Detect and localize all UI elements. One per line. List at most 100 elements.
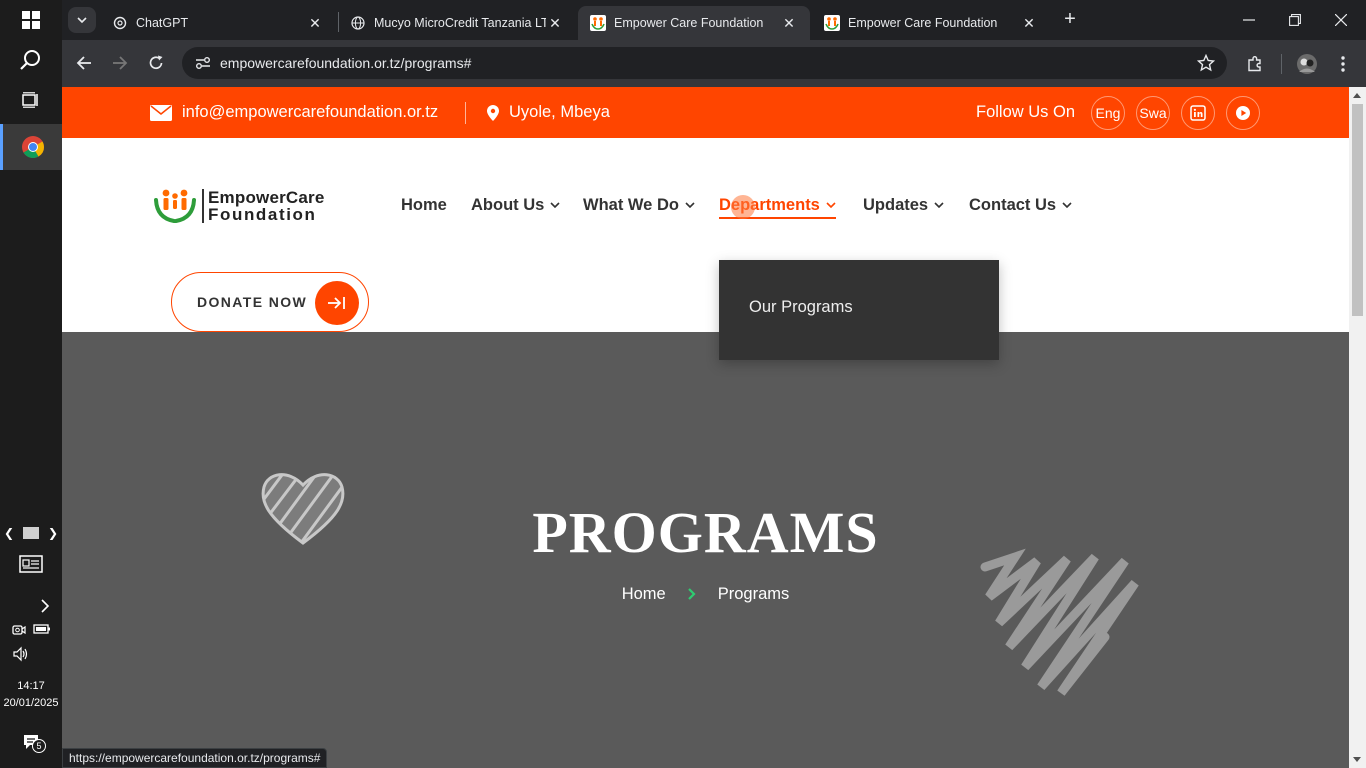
chevron-down-icon bbox=[934, 202, 944, 208]
site-logo[interactable]: EmpowerCare Foundation bbox=[154, 188, 325, 224]
logo-line2: Foundation bbox=[208, 205, 317, 224]
tab-mucyo[interactable]: Mucyo MicroCredit Tanzania LTD ✕ bbox=[338, 6, 576, 40]
battery-icon[interactable] bbox=[33, 622, 51, 636]
lang-swa-button[interactable]: Swa bbox=[1136, 96, 1170, 130]
follow-us-label: Follow Us On bbox=[976, 103, 1076, 121]
close-icon[interactable]: ✕ bbox=[306, 15, 324, 32]
taskbar-clock[interactable]: 14:17 20/01/2025 bbox=[0, 678, 62, 712]
page-scrollbar[interactable] bbox=[1349, 87, 1366, 768]
search-icon bbox=[20, 50, 40, 70]
puzzle-icon bbox=[1248, 56, 1261, 72]
chevron-right-icon[interactable]: ❯ bbox=[48, 526, 58, 540]
chrome-menu-button[interactable] bbox=[1330, 51, 1356, 77]
close-icon[interactable]: ✕ bbox=[546, 15, 564, 32]
logo-line1: EmpowerCare bbox=[208, 188, 325, 207]
bookmark-star-icon[interactable] bbox=[1196, 53, 1216, 77]
profile-button[interactable] bbox=[1294, 51, 1320, 77]
nav-about-us[interactable]: About Us bbox=[471, 193, 560, 217]
breadcrumb: Home Programs bbox=[62, 585, 1349, 604]
chevron-down-icon bbox=[550, 202, 560, 208]
empowercare-favicon-icon bbox=[824, 15, 840, 31]
location-link[interactable]: Uyole, Mbeya bbox=[487, 87, 610, 138]
lang-eng-button[interactable]: Eng bbox=[1091, 96, 1125, 130]
taskbar-chrome-button[interactable] bbox=[0, 124, 62, 170]
minimize-button[interactable] bbox=[1226, 0, 1272, 40]
nav-what-we-do[interactable]: What We Do bbox=[583, 193, 695, 217]
tab-title: ChatGPT bbox=[136, 16, 189, 30]
map-pin-icon bbox=[487, 104, 499, 121]
forward-button[interactable] bbox=[107, 50, 133, 76]
system-tray-row1 bbox=[0, 622, 62, 638]
taskbar-search-button[interactable] bbox=[0, 40, 62, 80]
scroll-thumb[interactable] bbox=[1352, 104, 1363, 316]
more-vert-icon bbox=[1341, 56, 1345, 72]
restore-button[interactable] bbox=[1272, 0, 1318, 40]
email-link[interactable]: info@empowercarefoundation.or.tz bbox=[150, 87, 438, 138]
notification-center-button[interactable] bbox=[0, 722, 62, 762]
close-icon[interactable]: ✕ bbox=[1020, 15, 1038, 32]
tab-empower-care-active[interactable]: Empower Care Foundation ✕ bbox=[578, 6, 810, 40]
back-button[interactable] bbox=[71, 50, 97, 76]
scroll-up-arrow-icon[interactable] bbox=[1353, 93, 1361, 98]
hero-title: PROGRAMS bbox=[532, 500, 879, 565]
arrow-left-icon bbox=[76, 56, 91, 70]
nav-updates-label: Updates bbox=[863, 195, 929, 214]
close-icon[interactable]: ✕ bbox=[780, 15, 798, 32]
chevron-right-icon bbox=[687, 587, 696, 603]
new-tab-button[interactable]: + bbox=[1058, 8, 1082, 32]
chevron-left-icon[interactable]: ❮ bbox=[4, 526, 14, 540]
site-info-icon[interactable] bbox=[186, 56, 220, 70]
clock-time: 14:17 bbox=[17, 680, 45, 692]
restore-icon bbox=[1289, 14, 1301, 26]
system-tray-row2 bbox=[0, 646, 62, 662]
tab-title: Mucyo MicroCredit Tanzania LTD bbox=[374, 16, 546, 30]
donate-now-button[interactable]: DONATE NOW bbox=[171, 272, 369, 332]
show-hidden-icons-button[interactable] bbox=[0, 586, 62, 626]
scroll-down-arrow-icon[interactable] bbox=[1353, 757, 1361, 762]
toolbar-divider bbox=[1281, 54, 1282, 74]
linkedin-icon bbox=[1190, 105, 1206, 121]
contact-topbar: info@empowercarefoundation.or.tz Uyole, … bbox=[62, 87, 1349, 138]
donate-arrow-badge bbox=[315, 281, 359, 325]
empowercare-logo-icon bbox=[154, 189, 196, 223]
windows-logo-icon bbox=[22, 11, 40, 29]
nav-updates[interactable]: Updates bbox=[863, 193, 944, 217]
chevron-down-icon bbox=[1062, 202, 1072, 208]
breadcrumb-current: Programs bbox=[717, 585, 790, 603]
close-window-button[interactable] bbox=[1318, 0, 1364, 40]
windows-start-button[interactable] bbox=[0, 0, 62, 40]
mouse-cursor-highlight bbox=[731, 195, 755, 219]
youtube-button[interactable] bbox=[1226, 96, 1260, 130]
empowercare-favicon-icon bbox=[590, 15, 606, 31]
breadcrumb-home[interactable]: Home bbox=[622, 585, 666, 604]
arrow-right-icon bbox=[113, 56, 128, 70]
meet-icon[interactable] bbox=[11, 622, 27, 638]
tab-search-button[interactable] bbox=[68, 7, 96, 33]
volume-icon[interactable] bbox=[12, 646, 30, 662]
taskbar-scroller[interactable]: ❮ ❯ bbox=[0, 524, 62, 542]
tab-empower-care[interactable]: Empower Care Foundation ✕ bbox=[812, 6, 1050, 40]
chevron-down-icon bbox=[826, 202, 836, 208]
nav-home[interactable]: Home bbox=[401, 193, 447, 217]
dropdown-our-programs[interactable]: Our Programs bbox=[749, 298, 853, 317]
reload-button[interactable] bbox=[143, 50, 169, 76]
chevron-down-icon bbox=[685, 202, 695, 208]
linkedin-button[interactable] bbox=[1181, 96, 1215, 130]
nav-home-label: Home bbox=[401, 195, 447, 214]
avatar-icon bbox=[1297, 54, 1317, 74]
widgets-button[interactable] bbox=[0, 544, 62, 584]
globe-icon bbox=[350, 15, 366, 31]
extensions-button[interactable] bbox=[1242, 51, 1268, 77]
news-icon bbox=[19, 555, 43, 573]
scribble-heart-icon bbox=[980, 548, 1139, 696]
nav-contact-us[interactable]: Contact Us bbox=[969, 193, 1072, 217]
minimize-icon bbox=[1243, 19, 1255, 21]
play-circle-icon bbox=[1236, 106, 1250, 120]
topbar-divider bbox=[465, 102, 466, 124]
taskbar-scroll-thumb[interactable] bbox=[23, 527, 39, 539]
task-view-button[interactable] bbox=[0, 80, 62, 120]
address-bar[interactable]: empowercarefoundation.or.tz/programs# bbox=[182, 47, 1227, 79]
tab-title: Empower Care Foundation bbox=[848, 16, 998, 30]
tab-chatgpt[interactable]: ChatGPT ✕ bbox=[100, 6, 336, 40]
departments-dropdown: Our Programs bbox=[719, 260, 999, 360]
